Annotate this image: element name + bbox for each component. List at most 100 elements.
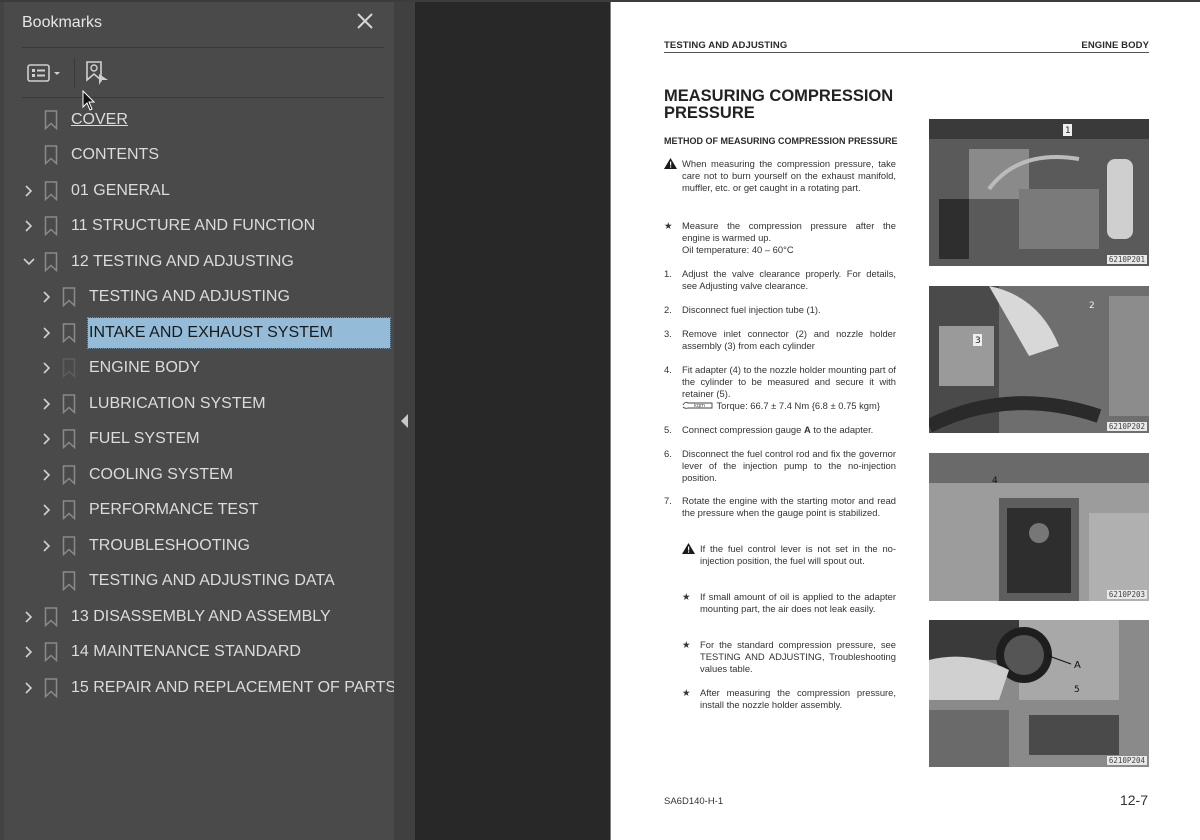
bookmark-item[interactable]: TROUBLESHOOTING	[4, 528, 394, 564]
step-3: 3. Remove inlet connector (2) and nozzle…	[664, 328, 896, 351]
star-icon: ★	[664, 220, 673, 231]
bookmark-item[interactable]: 01 GENERAL	[4, 173, 394, 209]
step-number: 3.	[664, 328, 672, 339]
bookmark-item[interactable]: 14 MAINTENANCE STANDARD	[4, 635, 394, 671]
chevron-right-icon[interactable]	[40, 361, 54, 375]
bookmark-icon	[44, 110, 58, 130]
bookmark-label[interactable]: COOLING SYSTEM	[88, 460, 234, 490]
section-title-line2: PRESSURE	[664, 104, 755, 122]
step-7: 7. Rotate the engine with the starting m…	[664, 495, 896, 518]
bookmark-label[interactable]: 12 TESTING AND ADJUSTING	[70, 247, 295, 277]
find-current-bookmark-icon	[86, 61, 108, 85]
bookmark-label[interactable]: INTAKE AND EXHAUST SYSTEM	[87, 316, 391, 349]
bookmark-item[interactable]: PERFORMANCE TEST	[4, 493, 394, 529]
bookmark-label[interactable]: 15 REPAIR AND REPLACEMENT OF PARTS	[70, 673, 397, 703]
chevron-right-icon[interactable]	[40, 290, 54, 304]
svg-text:3: 3	[975, 336, 981, 346]
bookmark-label[interactable]: 01 GENERAL	[70, 176, 171, 206]
bookmark-item[interactable]: INTAKE AND EXHAUST SYSTEM	[4, 315, 394, 351]
bookmark-item[interactable]: TESTING AND ADJUSTING	[4, 280, 394, 316]
chevron-right-icon[interactable]	[40, 539, 54, 553]
bookmark-label[interactable]: 14 MAINTENANCE STANDARD	[70, 637, 302, 667]
torque-spec: Torque: 66.7 ± 7.4 Nm {6.8 ± 0.75 kgm}	[716, 400, 880, 411]
chevron-right-icon[interactable]	[40, 326, 54, 340]
chevron-right-icon[interactable]	[22, 681, 36, 695]
chevron-right-icon[interactable]	[40, 432, 54, 446]
step-4: 4. Fit adapter (4) to the nozzle holder …	[664, 364, 896, 412]
section-title: MEASURING COMPRESSION PRESSURE	[664, 88, 924, 122]
chevron-right-icon[interactable]	[22, 645, 36, 659]
bookmark-label[interactable]: 11 STRUCTURE AND FUNCTION	[70, 211, 316, 241]
bookmark-icon	[62, 429, 76, 450]
bookmark-item[interactable]: ENGINE BODY	[4, 351, 394, 387]
bookmark-label[interactable]: ENGINE BODY	[88, 353, 201, 383]
running-head-right: ENGINE BODY	[1081, 40, 1149, 51]
method-subtitle: METHOD OF MEASURING COMPRESSION PRESSURE	[664, 136, 898, 146]
bookmark-label[interactable]: FUEL SYSTEM	[88, 424, 201, 454]
bookmark-icon	[44, 642, 58, 663]
svg-text:kgm: kgm	[694, 403, 705, 409]
photo-adapter: 4 6210P203	[929, 453, 1149, 601]
step-number: 5.	[664, 424, 672, 435]
step-number: 2.	[664, 304, 672, 315]
bookmark-item[interactable]: FUEL SYSTEM	[4, 422, 394, 458]
note-warmup: ★ Measure the compression pressure after…	[664, 220, 896, 256]
bookmark-options-icon	[27, 64, 60, 82]
bookmark-label[interactable]: PERFORMANCE TEST	[88, 495, 260, 525]
bookmark-icon	[44, 145, 58, 166]
svg-text:4: 4	[992, 476, 998, 486]
photo-code: 6210P201	[1106, 255, 1147, 264]
bookmark-label[interactable]: TESTING AND ADJUSTING DATA	[88, 566, 336, 596]
bookmark-item[interactable]: LUBRICATION SYSTEM	[4, 386, 394, 422]
panel-title: Bookmarks	[22, 14, 103, 31]
photo-code: 6210P203	[1106, 590, 1147, 599]
close-icon[interactable]	[354, 10, 376, 32]
chevron-right-icon[interactable]	[22, 184, 36, 198]
torque-wrench-icon: kgm	[682, 400, 714, 411]
bookmark-icon	[62, 358, 76, 379]
bookmark-label[interactable]: COVER	[70, 105, 129, 135]
bookmark-label[interactable]: LUBRICATION SYSTEM	[88, 389, 267, 419]
bookmark-item[interactable]: COOLING SYSTEM	[4, 457, 394, 493]
chevron-right-icon[interactable]	[40, 397, 54, 411]
bookmark-item[interactable]: 13 DISASSEMBLY AND ASSEMBLY	[4, 599, 394, 635]
bookmark-icon	[44, 181, 58, 201]
bookmark-icon	[62, 536, 76, 556]
chevron-right-icon[interactable]	[22, 610, 36, 624]
bookmark-label[interactable]: CONTENTS	[70, 140, 160, 170]
step-number: 1.	[664, 268, 672, 279]
bookmark-icon	[44, 252, 58, 272]
bookmark-label[interactable]: TESTING AND ADJUSTING	[88, 282, 291, 312]
warning-intro: When measuring the compression pressure,…	[664, 158, 896, 194]
svg-text:A: A	[1074, 660, 1081, 671]
bookmark-item[interactable]: CONTENTS	[4, 138, 394, 174]
bookmarks-toolbar	[22, 48, 384, 98]
step-4-text: Fit adapter (4) to the nozzle holder mou…	[682, 364, 896, 399]
bookmark-item[interactable]: 12 TESTING AND ADJUSTING	[4, 244, 394, 280]
bookmark-label[interactable]: 13 DISASSEMBLY AND ASSEMBLY	[70, 602, 332, 632]
page-number: 12-7	[1119, 792, 1148, 808]
toolbar-divider	[74, 58, 75, 88]
bookmark-icon	[62, 500, 76, 521]
bookmark-item[interactable]: COVER	[4, 102, 394, 138]
bookmark-item[interactable]: 11 STRUCTURE AND FUNCTION	[4, 209, 394, 245]
chevron-right-icon[interactable]	[40, 468, 54, 482]
bookmark-icon	[62, 465, 76, 485]
bookmark-item[interactable]: 15 REPAIR AND REPLACEMENT OF PARTS	[4, 670, 397, 706]
document-page: TESTING AND ADJUSTING ENGINE BODY MEASUR…	[610, 2, 1200, 840]
chevron-right-icon[interactable]	[40, 503, 54, 517]
bookmark-item[interactable]: TESTING AND ADJUSTING DATA	[4, 564, 394, 600]
bookmark-options-button[interactable]	[26, 60, 66, 86]
chevron-down-icon[interactable]	[22, 255, 36, 269]
photo-code: 6210P202	[1106, 422, 1147, 431]
star-icon: ★	[682, 591, 691, 602]
bookmark-label[interactable]: TROUBLESHOOTING	[88, 531, 251, 561]
note-oil: ★ If small amount of oil is applied to t…	[682, 591, 896, 614]
chevron-right-icon[interactable]	[22, 219, 36, 233]
panel-splitter[interactable]	[394, 2, 415, 840]
collapse-left-icon[interactable]	[399, 412, 411, 430]
find-current-bookmark-button[interactable]	[84, 60, 112, 86]
bookmark-icon	[44, 678, 58, 698]
running-head-left: TESTING AND ADJUSTING	[664, 40, 788, 51]
gauge-label: A	[803, 424, 811, 435]
